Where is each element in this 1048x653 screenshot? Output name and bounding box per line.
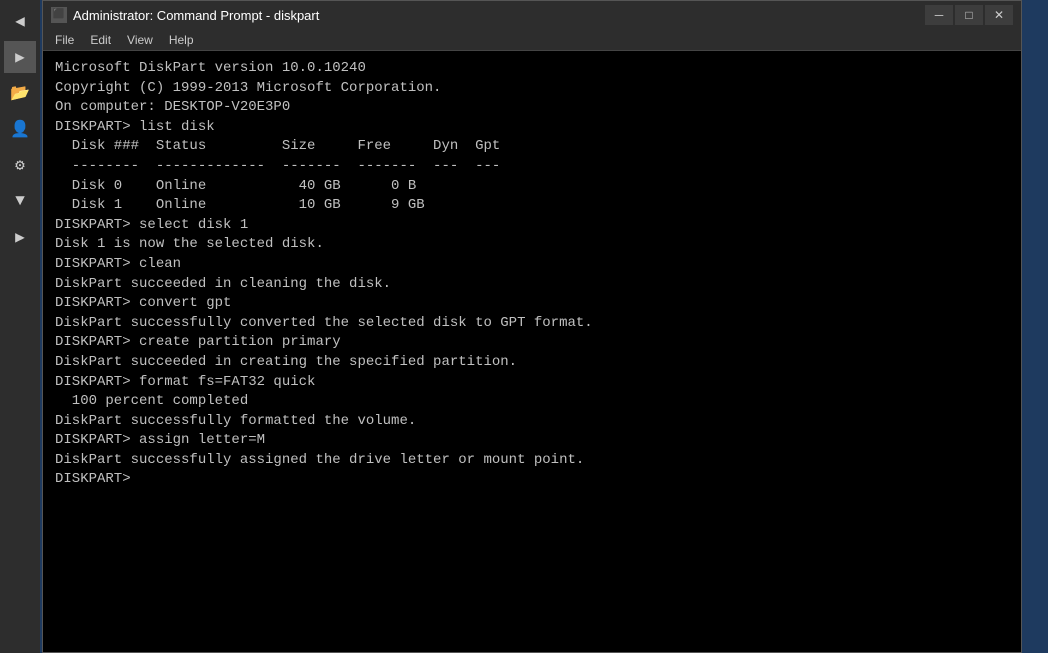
menu-view[interactable]: View (119, 31, 161, 49)
window-icon: ⬛ (51, 7, 67, 23)
desktop: ◀ ▶ 📂 👤 ⚙ ▼ ▶ ⬛ Administrator: Command P… (0, 0, 1048, 653)
menu-file[interactable]: File (47, 31, 82, 49)
terminal-line: DiskPart successfully assigned the drive… (55, 451, 1009, 471)
terminal-line: DISKPART> assign letter=M (55, 431, 1009, 451)
folder-icon[interactable]: 📂 (4, 77, 36, 109)
terminal-line: Disk 0 Online 40 GB 0 B (55, 177, 1009, 197)
title-bar: ⬛ Administrator: Command Prompt - diskpa… (43, 1, 1021, 29)
title-controls: ─ □ ✕ (925, 5, 1013, 25)
maximize-button[interactable]: □ (955, 5, 983, 25)
terminal-line: DISKPART> clean (55, 255, 1009, 275)
menu-help[interactable]: Help (161, 31, 202, 49)
terminal-line: DISKPART> (55, 470, 1009, 490)
menu-edit[interactable]: Edit (82, 31, 119, 49)
terminal-output[interactable]: Microsoft DiskPart version 10.0.10240Cop… (43, 51, 1021, 652)
terminal-line: DISKPART> format fs=FAT32 quick (55, 373, 1009, 393)
minimize-button[interactable]: ─ (925, 5, 953, 25)
back-icon[interactable]: ◀ (4, 5, 36, 37)
chevron-down-icon[interactable]: ▼ (4, 185, 36, 217)
terminal-line: On computer: DESKTOP-V20E3P0 (55, 98, 1009, 118)
terminal-line: Disk 1 Online 10 GB 9 GB (55, 196, 1009, 216)
forward-icon[interactable]: ▶ (4, 41, 36, 73)
menu-bar: File Edit View Help (43, 29, 1021, 51)
gear-icon[interactable]: ⚙ (4, 149, 36, 181)
terminal-line: DiskPart succeeded in cleaning the disk. (55, 275, 1009, 295)
close-button[interactable]: ✕ (985, 5, 1013, 25)
terminal-line: Copyright (C) 1999-2013 Microsoft Corpor… (55, 79, 1009, 99)
terminal-line: DISKPART> create partition primary (55, 333, 1009, 353)
terminal-line: DISKPART> list disk (55, 118, 1009, 138)
terminal-line: Disk 1 is now the selected disk. (55, 235, 1009, 255)
terminal-line: DiskPart succeeded in creating the speci… (55, 353, 1009, 373)
terminal-line: Microsoft DiskPart version 10.0.10240 (55, 59, 1009, 79)
window-title: Administrator: Command Prompt - diskpart (73, 8, 319, 23)
terminal-line: DiskPart successfully formatted the volu… (55, 412, 1009, 432)
user-icon[interactable]: 👤 (4, 113, 36, 145)
cmd-window: ⬛ Administrator: Command Prompt - diskpa… (42, 0, 1022, 653)
terminal-line: DISKPART> convert gpt (55, 294, 1009, 314)
taskbar-left: ◀ ▶ 📂 👤 ⚙ ▼ ▶ (0, 0, 40, 653)
terminal-line: DISKPART> select disk 1 (55, 216, 1009, 236)
title-bar-left: ⬛ Administrator: Command Prompt - diskpa… (51, 7, 319, 23)
chevron-right-icon[interactable]: ▶ (4, 221, 36, 253)
terminal-line: DiskPart successfully converted the sele… (55, 314, 1009, 334)
terminal-line: 100 percent completed (55, 392, 1009, 412)
terminal-line: Disk ### Status Size Free Dyn Gpt (55, 137, 1009, 157)
terminal-line: -------- ------------- ------- ------- -… (55, 157, 1009, 177)
